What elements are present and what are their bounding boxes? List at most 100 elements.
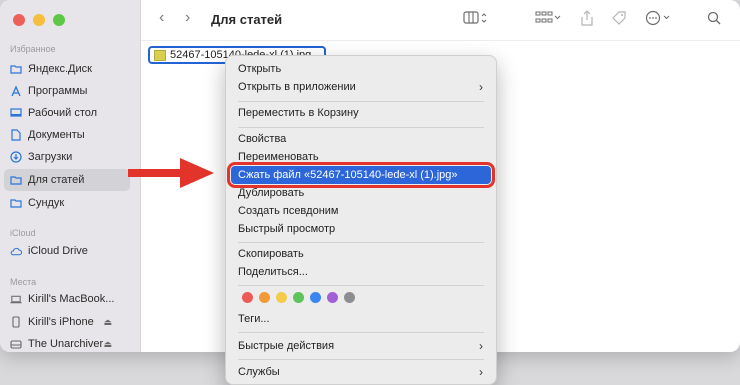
laptop-icon <box>10 293 22 305</box>
menu-separator <box>238 285 484 286</box>
menu-item-label: Поделиться... <box>238 266 308 278</box>
document-icon <box>10 129 22 141</box>
sidebar-item-label: Программы <box>28 85 88 97</box>
eject-icon[interactable]: ⏏ <box>103 317 112 328</box>
menu-item-make-alias[interactable]: Создать псевдоним <box>231 202 491 220</box>
menu-item-services[interactable]: Службы › <box>231 363 491 381</box>
menu-item-rename[interactable]: Переименовать <box>231 148 491 166</box>
sidebar-item-desktop[interactable]: Рабочий стол <box>4 102 130 124</box>
chevron-right-icon: › <box>479 80 483 94</box>
sidebar-item-label: Сундук <box>28 197 65 209</box>
sidebar-item-unarchiver[interactable]: The Unarchiver ⏏ <box>4 333 130 352</box>
group-icon[interactable] <box>535 11 561 30</box>
tag-red[interactable] <box>242 292 253 303</box>
menu-item-label: Открыть в приложении <box>238 81 356 93</box>
menu-item-label: Быстрые действия <box>238 340 335 352</box>
sidebar-item-yandex-disk[interactable]: Яндекс.Диск <box>4 58 130 80</box>
menu-item-label: Службы <box>238 366 280 378</box>
menu-item-label: Открыть <box>238 63 282 75</box>
context-menu: Открыть Открыть в приложении › Переместит… <box>225 55 497 385</box>
zoom-button[interactable] <box>53 14 65 26</box>
menu-item-quick-look[interactable]: Быстрый просмотр <box>231 220 491 238</box>
tag-purple[interactable] <box>327 292 338 303</box>
forward-icon[interactable]: › <box>185 9 190 27</box>
menu-item-get-info[interactable]: Свойства <box>231 130 491 148</box>
menu-item-copy[interactable]: Скопировать <box>231 245 491 263</box>
sidebar-item-label: The Unarchiver <box>28 338 104 350</box>
tag-colors <box>242 292 355 303</box>
folder-icon <box>10 174 22 186</box>
sidebar-item-label: Рабочий стол <box>28 107 98 119</box>
eject-icon[interactable]: ⏏ <box>103 339 112 350</box>
search-icon[interactable] <box>707 11 721 30</box>
menu-item-label: Быстрый просмотр <box>238 223 336 235</box>
back-icon[interactable]: ‹ <box>159 9 164 27</box>
sidebar-item-label: Документы <box>28 129 85 141</box>
view-columns-icon[interactable] <box>463 11 489 30</box>
menu-item-label: Создать псевдоним <box>238 205 339 217</box>
icloud-title: iCloud <box>10 228 36 238</box>
menu-item-tags[interactable]: Теги... <box>231 310 491 328</box>
tag-gray[interactable] <box>344 292 355 303</box>
chevron-right-icon: › <box>479 365 483 379</box>
tag-blue[interactable] <box>310 292 321 303</box>
tag-orange[interactable] <box>259 292 270 303</box>
sidebar-item-label: Kirill's iPhone <box>28 316 94 328</box>
menu-separator <box>238 332 484 333</box>
tag-yellow[interactable] <box>276 292 287 303</box>
menu-item-quick-actions[interactable]: Быстрые действия › <box>231 337 491 355</box>
menu-item-share[interactable]: Поделиться... <box>231 263 491 281</box>
sidebar-item-label: Kirill's MacBook... <box>28 293 115 305</box>
menu-item-move-to-trash[interactable]: Переместить в Корзину <box>231 104 491 122</box>
menu-item-compress[interactable]: Сжать файл «52467-105140-lede-xl (1).jpg… <box>227 162 495 188</box>
close-button[interactable] <box>13 14 25 26</box>
favorites-title: Избранное <box>10 44 56 54</box>
sidebar-item-label: iCloud Drive <box>28 245 88 257</box>
sidebar-item-label: Яндекс.Диск <box>28 63 92 75</box>
sidebar-item-chest[interactable]: Сундук <box>4 192 130 214</box>
menu-separator <box>238 359 484 360</box>
tag-icon[interactable] <box>611 10 627 31</box>
download-icon <box>10 151 22 163</box>
sidebar-item-applications[interactable]: Программы <box>4 80 130 102</box>
sidebar-item-label: Для статей <box>28 174 85 186</box>
menu-item-label: Сжать файл «52467-105140-lede-xl (1).jpg… <box>238 169 458 181</box>
menu-item-label: Свойства <box>238 133 287 145</box>
sidebar-item-downloads[interactable]: Загрузки <box>4 146 130 168</box>
menu-separator <box>238 101 484 102</box>
menu-item-duplicate[interactable]: Дублировать <box>231 184 491 202</box>
annotation-arrow <box>128 158 214 188</box>
share-icon[interactable] <box>580 10 594 31</box>
toolbar: ‹ › Для статей <box>141 0 740 41</box>
apps-icon <box>10 85 22 97</box>
sidebar-item-for-articles[interactable]: Для статей <box>4 169 130 191</box>
cloud-icon <box>10 245 22 257</box>
menu-item-open[interactable]: Открыть <box>231 60 491 78</box>
phone-icon <box>10 316 22 328</box>
sidebar-item-macbook[interactable]: Kirill's MacBook... <box>4 288 130 310</box>
chevron-right-icon: › <box>479 339 483 353</box>
more-actions-icon[interactable] <box>645 10 673 31</box>
folder-title: Для статей <box>211 12 283 27</box>
image-thumbnail-icon <box>154 49 166 61</box>
tag-green[interactable] <box>293 292 304 303</box>
folder-icon <box>10 197 22 209</box>
menu-item-label: Теги... <box>238 313 270 325</box>
places-title: Места <box>10 277 37 287</box>
menu-item-open-with[interactable]: Открыть в приложении › <box>231 78 491 96</box>
menu-separator <box>238 127 484 128</box>
desktop-icon <box>10 107 22 119</box>
minimize-button[interactable] <box>33 14 45 26</box>
menu-item-label: Скопировать <box>238 248 304 260</box>
sidebar-item-documents[interactable]: Документы <box>4 124 130 146</box>
menu-separator <box>238 242 484 243</box>
menu-item-label: Переместить в Корзину <box>238 107 359 119</box>
disk-icon <box>10 338 22 350</box>
sidebar-item-iphone[interactable]: Kirill's iPhone ⏏ <box>4 311 130 333</box>
sidebar-item-icloud-drive[interactable]: iCloud Drive <box>4 240 130 262</box>
menu-item-label: Переименовать <box>238 151 319 163</box>
sidebar-item-label: Загрузки <box>28 151 73 163</box>
sidebar: Избранное Яндекс.Диск Программы Рабочий … <box>0 0 141 352</box>
folder-icon <box>10 63 22 75</box>
window-controls <box>13 14 65 26</box>
